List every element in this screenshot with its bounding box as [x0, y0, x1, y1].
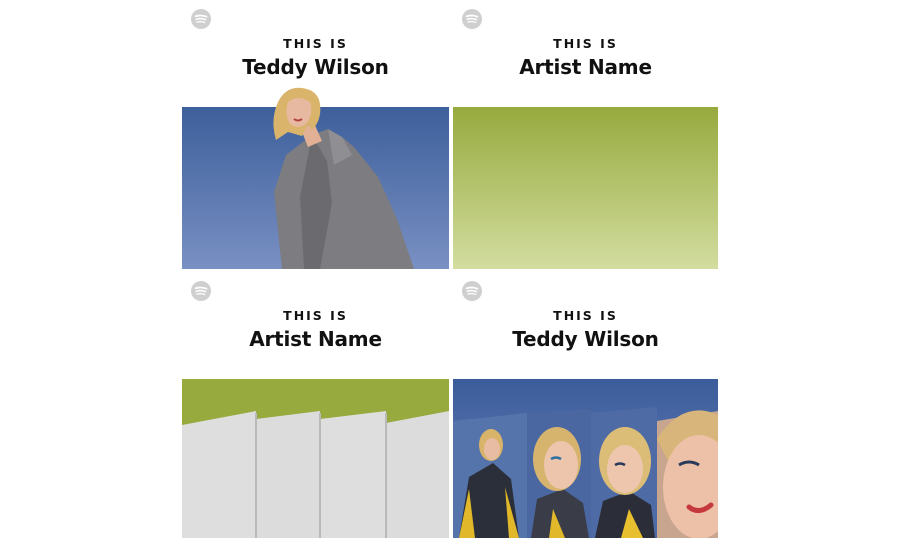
playlist-card-2[interactable]: THIS IS Artist Name: [453, 0, 718, 269]
spotify-logo-icon: [190, 280, 212, 302]
cover-art: [453, 379, 718, 538]
artist-name: Teddy Wilson: [512, 327, 659, 351]
playlist-card-3[interactable]: THIS IS Artist Name: [182, 272, 449, 538]
spotify-logo-icon: [190, 8, 212, 30]
spotify-logo-icon: [461, 280, 483, 302]
this-is-label: THIS IS: [553, 308, 618, 323]
this-is-label: THIS IS: [283, 36, 348, 51]
spotify-logo-icon: [461, 8, 483, 30]
cover-art: [182, 379, 449, 538]
artist-head-image: [273, 87, 321, 140]
artist-name: Teddy Wilson: [242, 55, 389, 79]
artist-name: Artist Name: [519, 55, 652, 79]
this-is-label: THIS IS: [553, 36, 618, 51]
playlist-card-4[interactable]: THIS IS Teddy Wilson: [453, 272, 718, 538]
cover-art: [453, 107, 718, 269]
playlist-card-1[interactable]: THIS IS Teddy Wilson: [182, 0, 449, 269]
this-is-label: THIS IS: [283, 308, 348, 323]
artist-name: Artist Name: [249, 327, 382, 351]
